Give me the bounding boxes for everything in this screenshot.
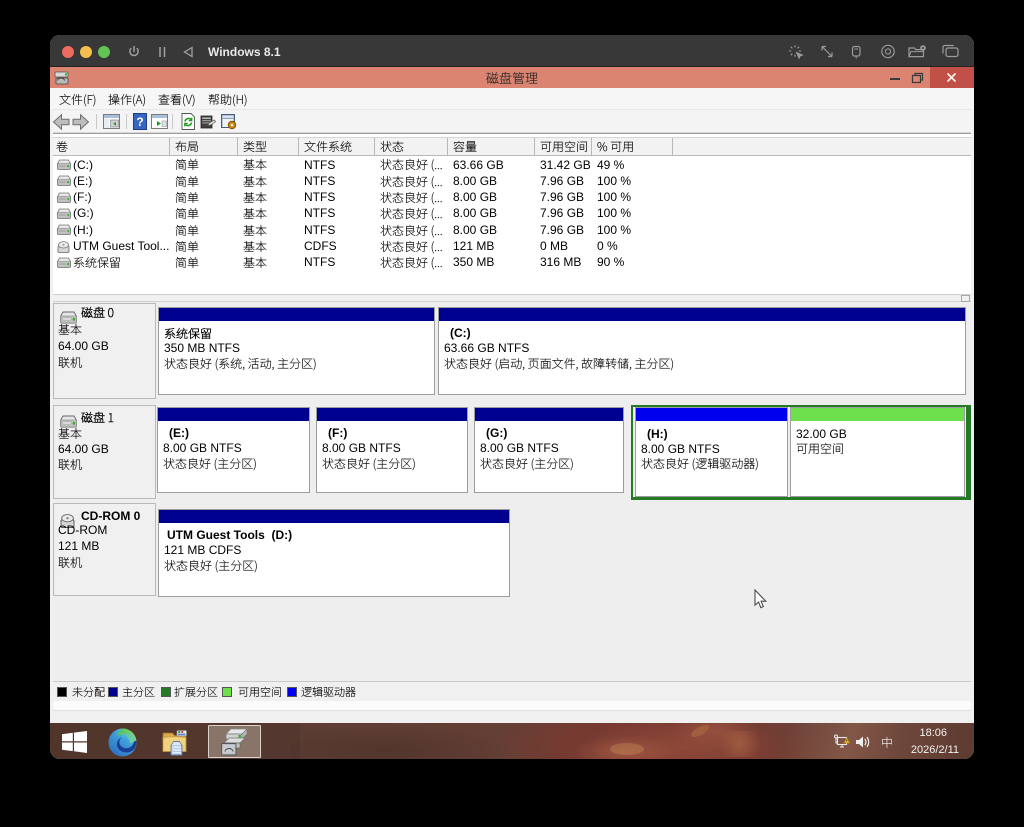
svg-text:?: ?: [136, 115, 143, 129]
